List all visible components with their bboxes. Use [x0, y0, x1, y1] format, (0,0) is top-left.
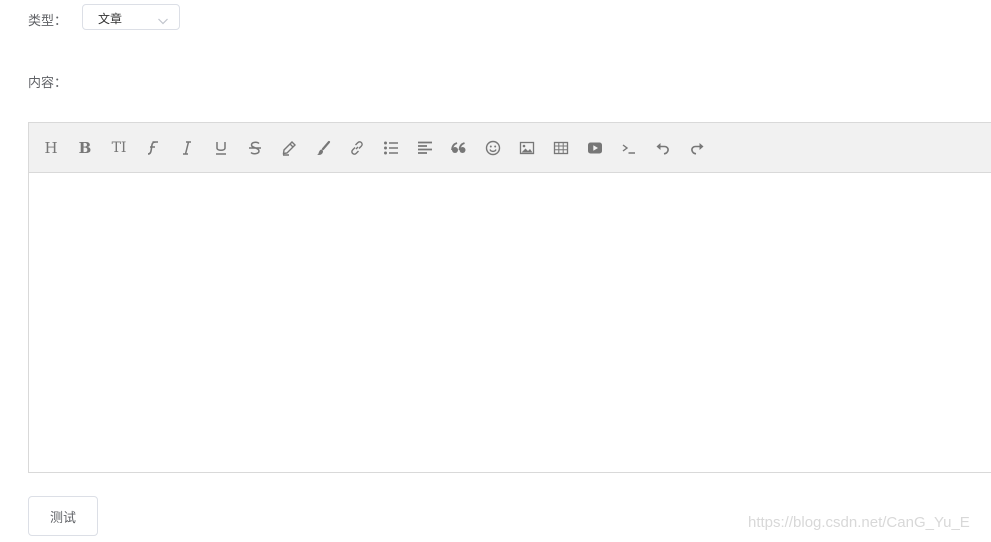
strikethrough-button[interactable] — [243, 136, 267, 160]
undo-button[interactable] — [651, 136, 675, 160]
chevron-down-icon — [157, 12, 169, 25]
emoji-button[interactable] — [481, 136, 505, 160]
align-button[interactable] — [413, 136, 437, 160]
editor-toolbar: H B TI — [29, 123, 991, 173]
strikethrough-icon — [247, 140, 263, 156]
font-size-button[interactable]: TI — [107, 136, 131, 160]
bold-icon: B — [78, 138, 92, 157]
video-button[interactable] — [583, 136, 607, 160]
underline-icon — [213, 140, 229, 156]
bold-button[interactable]: B — [73, 136, 97, 160]
font-family-icon — [145, 140, 161, 156]
type-select[interactable]: 文章 — [82, 4, 180, 30]
watermark: https://blog.csdn.net/CanG_Yu_E — [748, 514, 970, 531]
undo-icon — [655, 140, 671, 156]
font-family-button[interactable] — [141, 136, 165, 160]
marker-button[interactable] — [277, 136, 301, 160]
code-icon — [621, 140, 637, 156]
brush-icon — [315, 140, 331, 156]
marker-icon — [281, 140, 297, 156]
type-label: 类型： — [28, 14, 68, 29]
type-select-value: 文章 — [98, 12, 123, 26]
quote-icon — [451, 140, 467, 156]
list-button[interactable] — [379, 136, 403, 160]
content-label: 内容： — [28, 76, 68, 91]
code-button[interactable] — [617, 136, 641, 160]
quote-button[interactable] — [447, 136, 471, 160]
table-button[interactable] — [549, 136, 573, 160]
link-icon — [349, 140, 365, 156]
brush-button[interactable] — [311, 136, 335, 160]
heading-icon: H — [44, 138, 58, 157]
image-button[interactable] — [515, 136, 539, 160]
italic-icon — [179, 140, 195, 156]
emoji-icon — [485, 140, 501, 156]
editor-content-area[interactable] — [29, 173, 991, 472]
italic-button[interactable] — [175, 136, 199, 160]
test-button[interactable]: 测试 — [28, 496, 98, 536]
font-size-icon: TI — [111, 140, 127, 156]
list-icon — [383, 140, 399, 156]
redo-button[interactable] — [685, 136, 709, 160]
align-icon — [417, 140, 433, 156]
image-icon — [519, 140, 535, 156]
heading-button[interactable]: H — [39, 136, 63, 160]
rich-text-editor: H B TI — [28, 122, 991, 473]
underline-button[interactable] — [209, 136, 233, 160]
link-button[interactable] — [345, 136, 369, 160]
video-icon — [587, 140, 603, 156]
table-icon — [553, 140, 569, 156]
redo-icon — [689, 140, 705, 156]
